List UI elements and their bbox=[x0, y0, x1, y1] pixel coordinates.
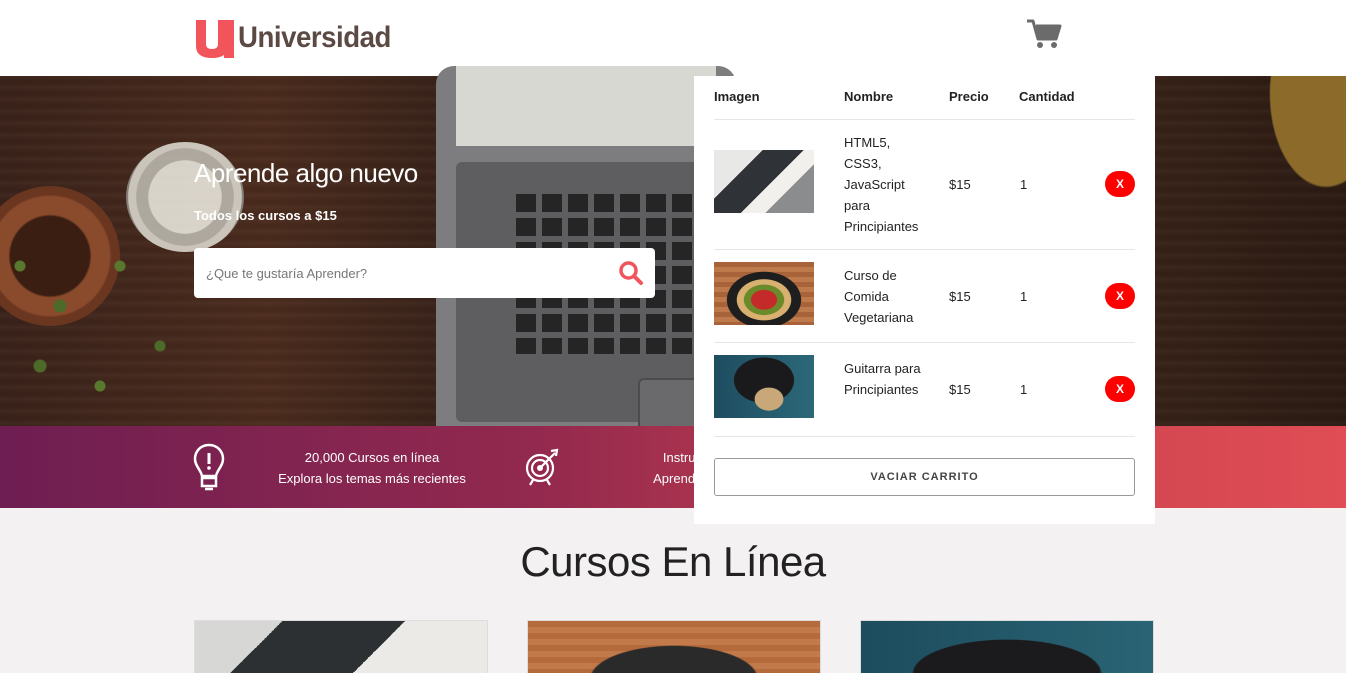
cart-table-header: Imagen Nombre Precio Cantidad bbox=[714, 76, 1135, 120]
course-thumbnail bbox=[714, 355, 814, 418]
logo[interactable]: Universidad bbox=[194, 18, 404, 58]
column-header-image: Imagen bbox=[714, 89, 760, 104]
remove-item-button[interactable]: X bbox=[1105, 376, 1135, 402]
remove-item-button[interactable]: X bbox=[1105, 283, 1135, 309]
lamp-image bbox=[1228, 76, 1346, 256]
shopping-cart-icon[interactable] bbox=[1026, 18, 1062, 50]
course-quantity: 1 bbox=[1020, 289, 1028, 304]
course-price: $15 bbox=[949, 177, 971, 192]
feature-courses-desc: Explora los temas más recientes bbox=[278, 471, 466, 486]
lightbulb-icon bbox=[193, 443, 225, 491]
column-header-quantity: Cantidad bbox=[1019, 89, 1075, 104]
course-card-guitar[interactable] bbox=[860, 620, 1154, 673]
search-input[interactable] bbox=[194, 248, 604, 298]
course-thumbnail bbox=[714, 262, 814, 325]
course-price: $15 bbox=[949, 382, 971, 397]
target-icon bbox=[525, 448, 559, 486]
logo-u-icon bbox=[196, 20, 234, 58]
course-name: HTML5, CSS3, JavaScript para Principiant… bbox=[844, 135, 919, 234]
course-name: Curso de Comida Vegetariana bbox=[844, 268, 914, 325]
hero-title: Aprende algo nuevo bbox=[194, 158, 418, 188]
logo-text: Universidad bbox=[238, 21, 391, 54]
cart-row: Guitarra para Principiantes $15 1 X bbox=[714, 343, 1135, 437]
search-icon[interactable] bbox=[618, 260, 644, 286]
empty-cart-button[interactable]: VACIAR CARRITO bbox=[714, 458, 1135, 496]
cart-dropdown: Imagen Nombre Precio Cantidad HTML5, CSS… bbox=[694, 76, 1155, 524]
feature-courses: 20,000 Cursos en línea Explora los temas… bbox=[270, 447, 474, 489]
hero-subtitle: Todos los cursos a $15 bbox=[194, 208, 337, 223]
site-header: Universidad bbox=[0, 0, 1346, 76]
course-quantity: 1 bbox=[1020, 382, 1028, 397]
course-card-food[interactable] bbox=[527, 620, 821, 673]
course-name: Guitarra para Principiantes bbox=[844, 361, 921, 397]
feature-courses-title: 20,000 Cursos en línea bbox=[304, 450, 440, 465]
remove-item-button[interactable]: X bbox=[1105, 171, 1135, 197]
laptop-screen-image bbox=[456, 66, 716, 146]
search-form bbox=[194, 248, 655, 298]
cart-row: Curso de Comida Vegetariana $15 1 X bbox=[714, 250, 1135, 343]
course-card-html[interactable] bbox=[194, 620, 488, 673]
cart-table: Imagen Nombre Precio Cantidad HTML5, CSS… bbox=[714, 76, 1135, 437]
course-quantity: 1 bbox=[1020, 177, 1028, 192]
course-thumbnail bbox=[714, 150, 814, 213]
course-price: $15 bbox=[949, 289, 971, 304]
cart-row: HTML5, CSS3, JavaScript para Principiant… bbox=[714, 120, 1135, 250]
section-title: Cursos En Línea bbox=[520, 538, 826, 585]
column-header-price: Precio bbox=[949, 89, 989, 104]
column-header-name: Nombre bbox=[844, 89, 894, 104]
plant-leaves-image bbox=[0, 226, 200, 426]
